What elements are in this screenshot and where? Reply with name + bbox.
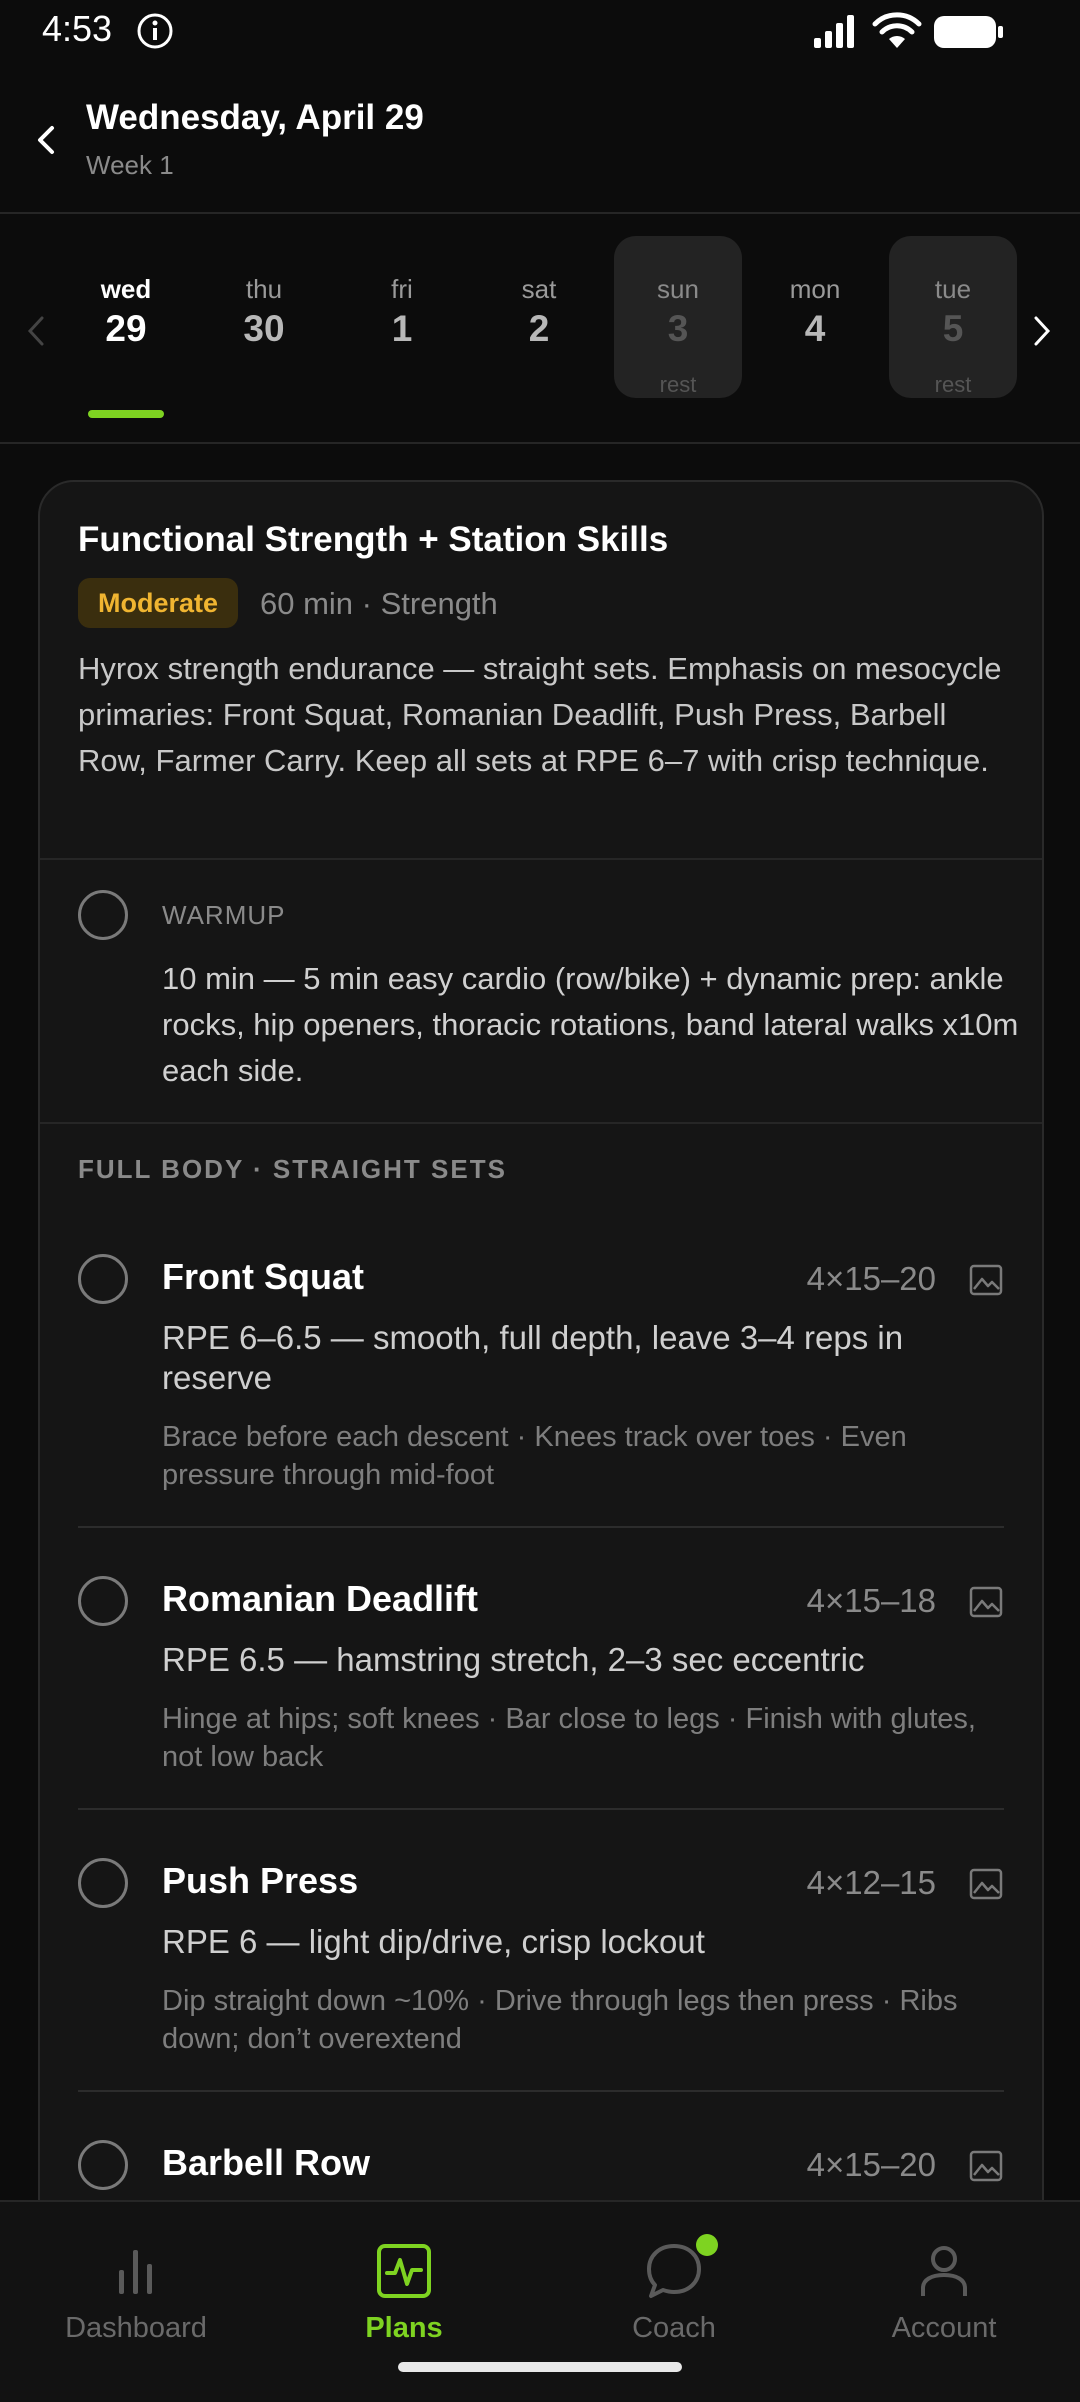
exercise-cues: Hinge at hips; soft knees · Bar close to… bbox=[162, 1703, 976, 1773]
exercise-rpe: RPE 6–6.5 — smooth, full depth, leave 3–… bbox=[162, 1319, 904, 1396]
section-header: FULL BODY · STRAIGHT SETS bbox=[78, 1154, 507, 1184]
divider bbox=[40, 1122, 1042, 1124]
selected-day-indicator bbox=[88, 410, 164, 418]
image-icon[interactable] bbox=[968, 2148, 1004, 2184]
user-icon bbox=[921, 2246, 967, 2296]
day-number: 5 bbox=[942, 308, 964, 349]
day-name: mon bbox=[789, 274, 841, 304]
nav-account[interactable]: Account bbox=[834, 2240, 1054, 2345]
day-name: sun bbox=[657, 274, 699, 304]
nav-label: Coach bbox=[632, 2312, 716, 2344]
day-number: 30 bbox=[243, 308, 285, 349]
image-icon[interactable] bbox=[968, 1262, 1004, 1298]
rest-label: rest bbox=[934, 372, 972, 397]
exercise-reps: 4×15–18 bbox=[806, 1582, 936, 1619]
exercise-name: Push Press bbox=[162, 1860, 359, 1901]
wifi-icon bbox=[872, 12, 922, 48]
exercise-rpe: RPE 6.5 — hamstring stretch, 2–3 sec ecc… bbox=[162, 1641, 865, 1678]
day-number: 1 bbox=[391, 308, 413, 349]
nav-dashboard[interactable]: Dashboard bbox=[26, 2240, 246, 2345]
divider bbox=[78, 1808, 1004, 1810]
week-strip: wed 29 thu 30 fri 1 sat 2 sun 3 rest mon… bbox=[0, 214, 1080, 444]
day-number: 2 bbox=[528, 308, 550, 349]
page-title: Wednesday, April 29 bbox=[86, 98, 424, 137]
divider bbox=[78, 2090, 1004, 2092]
activity-icon bbox=[377, 2244, 431, 2298]
back-chevron-icon[interactable] bbox=[28, 120, 68, 160]
day-name: sat bbox=[521, 274, 557, 304]
day-fri[interactable]: fri 1 bbox=[338, 236, 466, 398]
day-sun[interactable]: sun 3 rest bbox=[614, 236, 742, 398]
day-name: wed bbox=[100, 274, 152, 304]
exercise-checkbox[interactable] bbox=[78, 1858, 128, 1908]
day-number: 4 bbox=[804, 308, 826, 349]
day-name: fri bbox=[391, 274, 413, 304]
warmup-checkbox[interactable] bbox=[78, 890, 128, 940]
exercise-checkbox[interactable] bbox=[78, 2140, 128, 2190]
day-sat[interactable]: sat 2 bbox=[475, 236, 603, 398]
nav-label: Dashboard bbox=[65, 2312, 207, 2344]
day-thu[interactable]: thu 30 bbox=[200, 236, 328, 398]
exercise-reps: 4×12–15 bbox=[806, 1864, 936, 1901]
signal-icon bbox=[814, 15, 854, 48]
home-indicator[interactable] bbox=[398, 2362, 682, 2372]
exercise-checkbox[interactable] bbox=[78, 1576, 128, 1626]
page-subtitle: Week 1 bbox=[86, 150, 174, 180]
workout-title: Functional Strength + Station Skills bbox=[78, 520, 669, 559]
status-bar: 4:53 bbox=[0, 0, 1080, 62]
day-number: 3 bbox=[667, 308, 689, 349]
image-icon[interactable] bbox=[968, 1866, 1004, 1902]
notification-dot bbox=[696, 2234, 718, 2256]
exercise-checkbox[interactable] bbox=[78, 1254, 128, 1304]
exercise-name: Barbell Row bbox=[162, 2142, 371, 2183]
bar-chart-icon bbox=[119, 2250, 152, 2294]
exercise-name: Front Squat bbox=[162, 1256, 364, 1297]
exercise-cues: Brace before each descent · Knees track … bbox=[162, 1421, 907, 1491]
rest-label: rest bbox=[659, 372, 697, 397]
battery-icon bbox=[934, 16, 1003, 48]
day-tue[interactable]: tue 5 rest bbox=[889, 236, 1017, 398]
divider bbox=[78, 1526, 1004, 1528]
next-week-chevron-icon[interactable] bbox=[1024, 312, 1058, 350]
exercise-rpe: RPE 6 — light dip/drive, crisp lockout bbox=[162, 1923, 705, 1960]
day-name: tue bbox=[934, 274, 972, 304]
workout-meta: 60 min · Strength bbox=[260, 586, 498, 621]
day-name: thu bbox=[245, 274, 283, 304]
warmup-label: WARMUP bbox=[162, 900, 286, 930]
info-icon bbox=[137, 13, 173, 49]
nav-coach[interactable]: Coach bbox=[564, 2234, 784, 2345]
exercise-reps: 4×15–20 bbox=[806, 1260, 936, 1297]
exercise-name: Romanian Deadlift bbox=[162, 1578, 479, 1619]
exercise-cues: Dip straight down ~10% · Drive through l… bbox=[162, 1985, 958, 2055]
workout-description: Hyrox strength endurance — straight sets… bbox=[78, 651, 1002, 778]
header: Wednesday, April 29 Week 1 bbox=[0, 70, 1080, 214]
nav-plans[interactable]: Plans bbox=[294, 2240, 514, 2345]
day-mon[interactable]: mon 4 bbox=[751, 236, 879, 398]
day-wed[interactable]: wed 29 bbox=[62, 236, 190, 398]
warmup-text: 10 min — 5 min easy cardio (row/bike) + … bbox=[162, 961, 1019, 1088]
chat-bubble-icon bbox=[647, 2244, 701, 2298]
nav-label: Account bbox=[891, 2312, 997, 2344]
workout-card: Functional Strength + Station Skills Mod… bbox=[38, 480, 1044, 2274]
prev-week-chevron-icon[interactable] bbox=[20, 312, 54, 350]
nav-label: Plans bbox=[365, 2312, 443, 2344]
intensity-badge: Moderate bbox=[78, 578, 239, 628]
status-time: 4:53 bbox=[42, 8, 113, 49]
day-number: 29 bbox=[105, 308, 147, 349]
exercise-reps: 4×15–20 bbox=[806, 2146, 936, 2183]
divider bbox=[40, 858, 1042, 860]
image-icon[interactable] bbox=[968, 1584, 1004, 1620]
